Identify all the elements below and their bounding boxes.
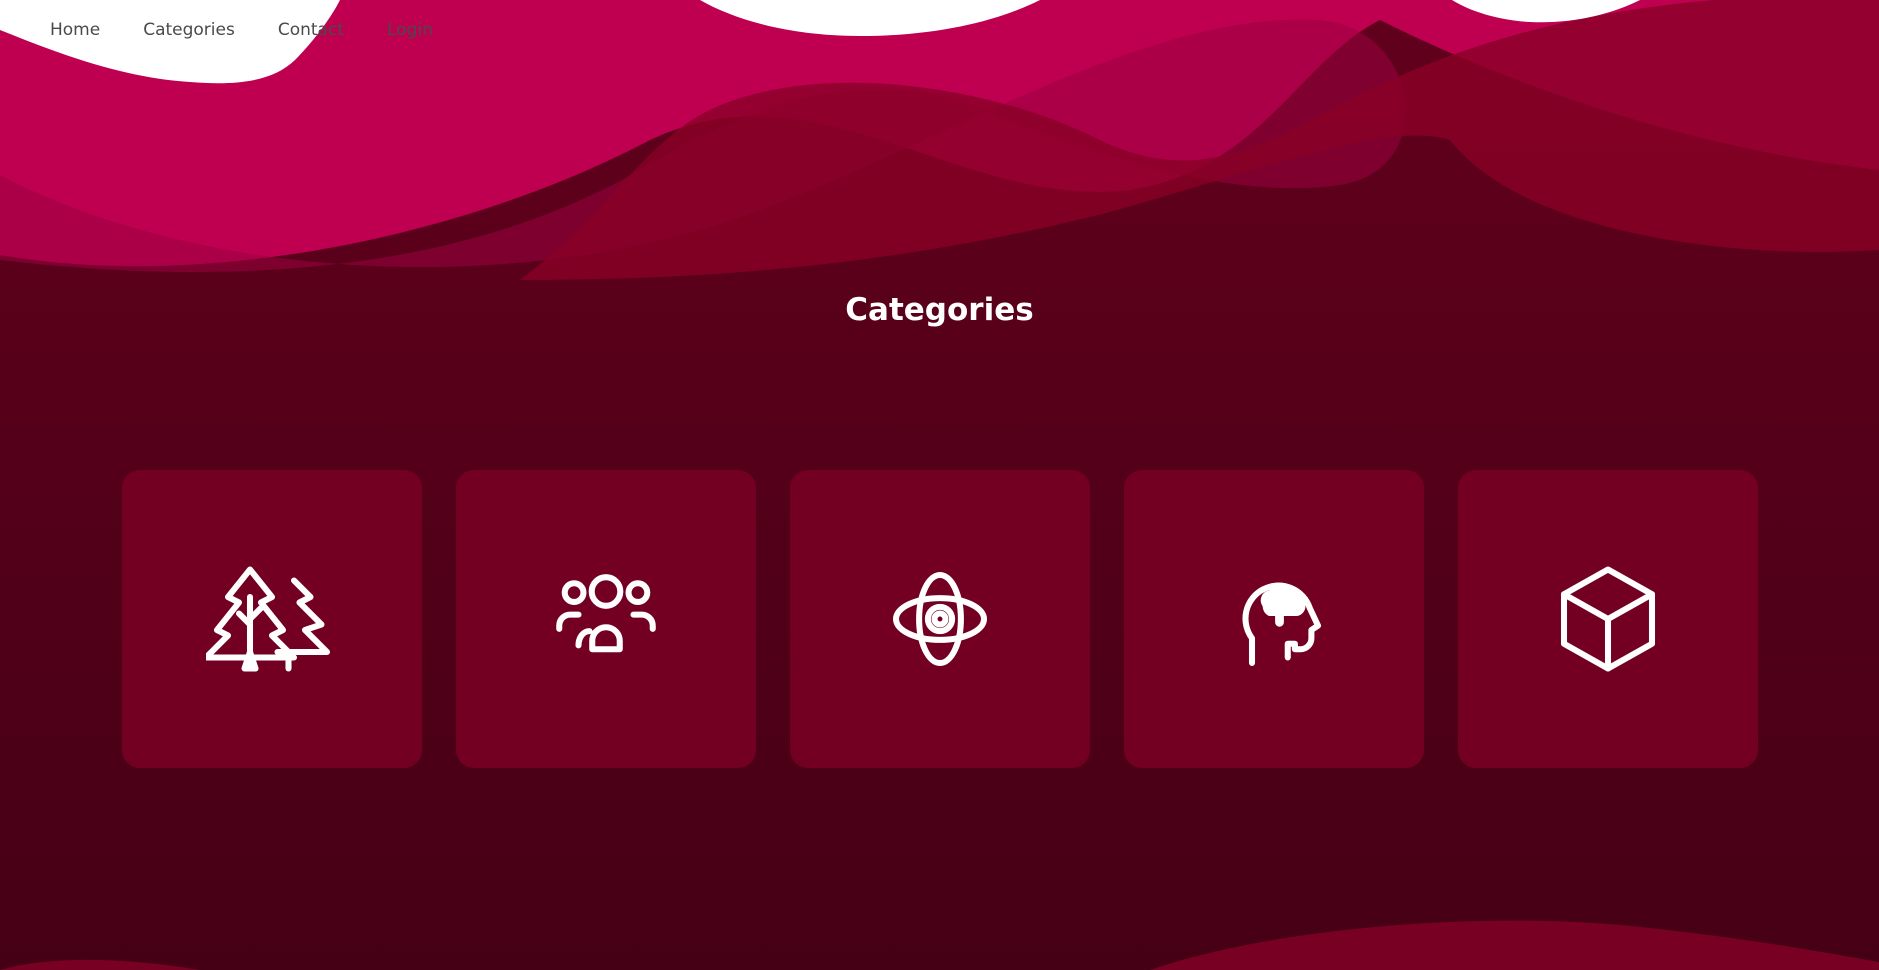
nav-categories[interactable]: Categories — [143, 20, 235, 40]
nav-home[interactable]: Home — [50, 20, 100, 40]
category-card-people[interactable] — [456, 470, 756, 768]
page-title: Categories — [845, 292, 1034, 328]
nav-login[interactable]: Login — [387, 20, 433, 40]
nav-contact[interactable]: Contact — [278, 20, 344, 40]
category-card-nature[interactable] — [122, 470, 422, 768]
category-card-objects[interactable] — [1458, 470, 1758, 768]
head-brain-icon — [1208, 553, 1340, 685]
cube-icon — [1542, 553, 1674, 685]
trees-icon — [206, 553, 338, 685]
atom-icon — [874, 553, 1006, 685]
users-group-icon — [540, 553, 672, 685]
wave-bottom-right — [1150, 920, 1879, 970]
category-card-psychology[interactable] — [1124, 470, 1424, 768]
category-card-science[interactable] — [790, 470, 1090, 768]
top-nav: Home Categories Contact Login — [50, 20, 433, 40]
category-cards — [122, 470, 1758, 768]
wave-bottom-left — [0, 959, 200, 970]
